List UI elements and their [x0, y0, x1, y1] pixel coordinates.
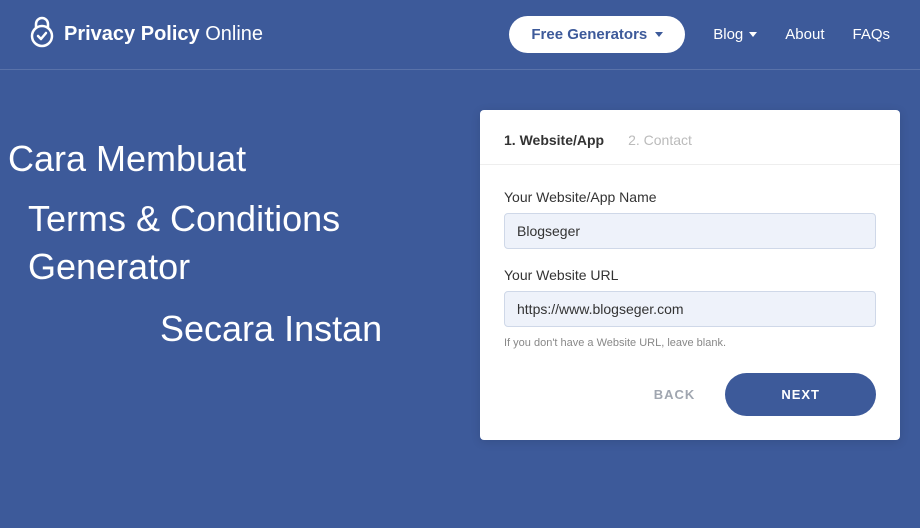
- logo[interactable]: Privacy Policy Online: [30, 16, 263, 53]
- next-button[interactable]: NEXT: [725, 373, 876, 416]
- nav-faqs[interactable]: FAQs: [852, 26, 890, 43]
- actions: BACK NEXT: [504, 373, 876, 416]
- nav-about[interactable]: About: [785, 26, 824, 43]
- caret-down-icon: [749, 32, 757, 37]
- nav-blog[interactable]: Blog: [713, 26, 757, 43]
- nav: Free Generators Blog About FAQs: [509, 16, 890, 53]
- hero-line-4: Secara Instan: [0, 308, 460, 350]
- header: Privacy Policy Online Free Generators Bl…: [0, 0, 920, 70]
- steps: 1. Website/App 2. Contact: [480, 110, 900, 165]
- hero-line-2: Terms & Conditions: [0, 198, 460, 240]
- back-button[interactable]: BACK: [644, 373, 706, 416]
- website-name-input[interactable]: [504, 213, 876, 249]
- step-contact[interactable]: 2. Contact: [628, 132, 692, 148]
- card-body: Your Website/App Name Your Website URL I…: [480, 165, 900, 440]
- free-generators-button[interactable]: Free Generators: [509, 16, 685, 53]
- hero-line-1: Cara Membuat: [0, 138, 460, 180]
- form-card: 1. Website/App 2. Contact Your Website/A…: [480, 110, 900, 440]
- website-url-input[interactable]: [504, 291, 876, 327]
- step-website-app[interactable]: 1. Website/App: [504, 132, 604, 148]
- content: Cara Membuat Terms & Conditions Generato…: [0, 70, 920, 440]
- lock-icon: [30, 16, 54, 53]
- hero-line-3: Generator: [0, 246, 460, 288]
- hero: Cara Membuat Terms & Conditions Generato…: [0, 110, 460, 440]
- website-name-label: Your Website/App Name: [504, 189, 876, 205]
- caret-down-icon: [655, 32, 663, 37]
- website-url-label: Your Website URL: [504, 267, 876, 283]
- logo-text: Privacy Policy Online: [64, 23, 263, 46]
- url-hint: If you don't have a Website URL, leave b…: [504, 337, 876, 349]
